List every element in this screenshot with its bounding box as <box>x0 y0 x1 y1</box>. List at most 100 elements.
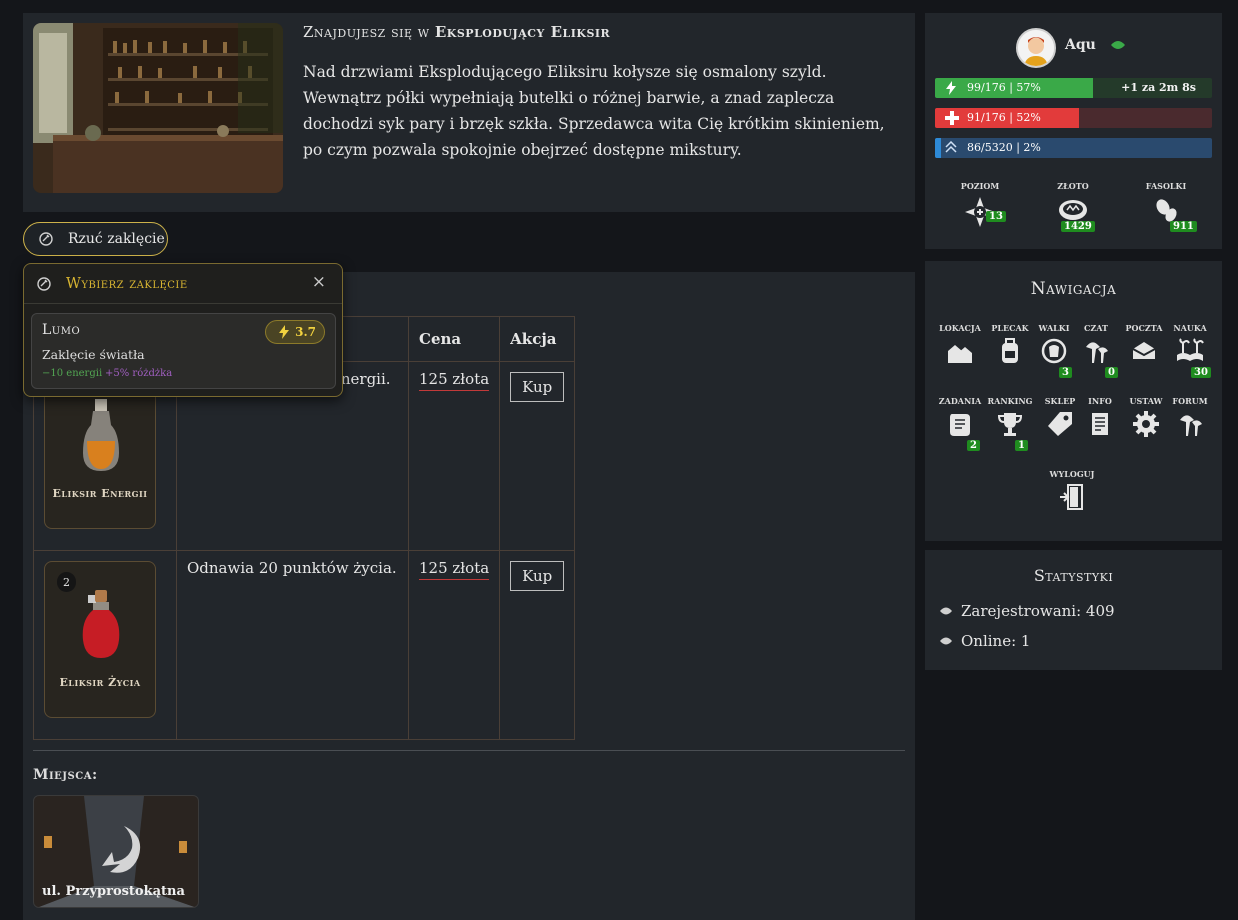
location-image <box>33 23 283 193</box>
item-name: Eliksir Życia <box>59 676 141 689</box>
energy-regen: +1 za 2m 8s <box>1121 81 1196 94</box>
buy-button[interactable]: Kup <box>510 372 565 402</box>
item-price: 125 złota <box>407 550 501 740</box>
wand-circle-icon <box>39 232 53 246</box>
nav-item-walki[interactable]: WALKI 3 <box>1031 323 1077 378</box>
book-icon <box>1177 338 1204 361</box>
place-name: ul. Przyprostokątna <box>42 884 185 899</box>
nav-item-ranking[interactable]: RANKING 1 <box>987 396 1033 451</box>
nav-item-lokacja[interactable]: LOKACJA <box>937 323 983 365</box>
statistics-title: Statystyki <box>1033 566 1114 585</box>
stat-gold[interactable]: ZŁOTO 1429 <box>1043 181 1103 232</box>
location-title-name: Eksplodujący Eliksir <box>434 23 611 41</box>
mail-icon <box>1132 342 1156 359</box>
nav-badge: 3 <box>1059 367 1072 378</box>
spell-popup-header: Wybierz zaklęcie <box>24 264 342 304</box>
spell-cost-badge: 3.7 <box>265 320 325 344</box>
nav-item-poczta[interactable]: POCZTA <box>1121 323 1167 365</box>
document-icon <box>1092 413 1108 435</box>
stat-label: FASOLKI <box>1145 181 1187 191</box>
nav-item-info[interactable]: INFO <box>1077 396 1123 438</box>
logout-icon <box>1060 484 1083 510</box>
health-bar: 91/176 | 52% <box>935 108 1212 128</box>
stat-online: Online: 1 <box>939 632 1030 650</box>
avatar[interactable] <box>1016 28 1056 68</box>
chevron-up-icon <box>945 141 957 153</box>
leaf-icon <box>940 637 952 645</box>
online-count: Online: 1 <box>961 632 1031 650</box>
nav-item-plecak[interactable]: PLECAK <box>987 323 1033 365</box>
nav-label: INFO <box>1088 396 1112 406</box>
place-card[interactable]: ul. Przyprostokątna <box>33 795 199 908</box>
stat-registered: Zarejestrowani: 409 <box>939 602 1115 620</box>
forum-icon <box>1180 415 1202 436</box>
lightning-icon <box>946 81 956 95</box>
tag-icon <box>1048 412 1072 436</box>
health-text: 91/176 | 52% <box>967 111 1041 124</box>
item-card-life[interactable]: 2 Eliksir Życia <box>44 561 156 718</box>
nav-badge: 1 <box>1015 440 1028 451</box>
navigation-title: Nawigacja <box>1030 279 1117 299</box>
stat-value: 1429 <box>1061 221 1095 232</box>
nav-badge: 30 <box>1191 367 1211 378</box>
nav-item-zadania[interactable]: ZADANIA 2 <box>937 396 983 451</box>
username[interactable]: Aqu <box>1065 37 1096 53</box>
item-count-badge: 2 <box>57 572 96 603</box>
item-action: Kup <box>499 361 576 551</box>
profile-panel: Aqu 99/176 | 57% +1 za 2m 8s 91/176 | 52… <box>925 13 1222 249</box>
stat-beans[interactable]: FASOLKI 911 <box>1136 181 1197 232</box>
registered-count: Zarejestrowani: 409 <box>961 602 1115 620</box>
energy-text: 99/176 | 57% <box>967 81 1041 94</box>
stat-level[interactable]: POZIOM 13 <box>950 181 1010 229</box>
nav-badge: 2 <box>967 440 980 451</box>
nav-badge: 0 <box>1105 367 1118 378</box>
houses-icon <box>948 345 972 363</box>
xp-bar: 86/5320 | 2% <box>935 138 1212 158</box>
cast-spell-button[interactable]: Rzuć zaklęcie <box>23 222 168 256</box>
nav-label: FORUM <box>1172 396 1208 406</box>
stat-value: 13 <box>986 211 1006 222</box>
nav-item-czat[interactable]: CZAT 0 <box>1073 323 1119 378</box>
nav-item-nauka[interactable]: NAUKA 30 <box>1167 323 1213 378</box>
nav-label: CZAT <box>1084 323 1108 333</box>
spell-energy-effect: −10 energii <box>42 368 103 379</box>
stat-value: 911 <box>1170 221 1197 232</box>
nav-item-forum[interactable]: FORUM <box>1167 396 1213 438</box>
buy-button[interactable]: Kup <box>510 561 565 591</box>
leaf-icon <box>1111 41 1125 49</box>
spell-option-lumo[interactable]: Lumo 3.7 Zaklęcie światła −10 energii +5… <box>31 313 336 389</box>
location-description: Nad drzwiami Eksplodującego Eliksiru koł… <box>303 63 885 159</box>
location-panel: Znajdujesz się w Eksplodujący Eliksir Na… <box>23 13 915 212</box>
location-title-prefix: Znajdujesz się w <box>303 23 430 41</box>
spell-popup: Wybierz zaklęcie × Lumo 3.7 Zaklęcie świ… <box>23 263 343 397</box>
fist-icon <box>1041 338 1067 364</box>
wand-circle-icon <box>37 276 51 291</box>
red-potion-icon <box>82 590 120 658</box>
spell-cost: 3.7 <box>295 325 316 339</box>
nav-item-ustaw[interactable]: USTAW <box>1123 396 1169 438</box>
statistics-panel: Statystyki Zarejestrowani: 409 Online: 1 <box>925 550 1222 670</box>
item-description: Odnawia 20 punktów życia. <box>176 550 409 740</box>
spell-wand-effect: +5% różdżka <box>105 368 173 379</box>
location-title: Znajdujesz się w Eksplodujący Eliksir <box>303 23 610 41</box>
spell-description: Zaklęcie światła <box>42 347 145 362</box>
orange-potion-icon <box>83 399 119 471</box>
nav-label: LOKACJA <box>939 323 981 333</box>
item-price: 125 złota <box>407 361 501 551</box>
stat-label: POZIOM <box>960 181 1000 191</box>
health-cross-icon <box>945 111 959 125</box>
header-action: Akcja <box>499 316 576 362</box>
close-icon[interactable]: × <box>312 272 326 292</box>
energy-bar: 99/176 | 57% +1 za 2m 8s <box>935 78 1212 98</box>
price-text: 125 złota <box>419 559 490 580</box>
nav-label: RANKING <box>987 396 1033 406</box>
lightning-icon <box>279 325 289 339</box>
nav-label: WYLOGUJ <box>1049 469 1095 479</box>
nav-item-wyloguj[interactable]: WYLOGUJ <box>1049 469 1095 511</box>
nav-label: POCZTA <box>1125 323 1163 333</box>
stat-label: ZŁOTO <box>1057 181 1089 191</box>
xp-text: 86/5320 | 2% <box>967 141 1041 154</box>
nav-label: USTAW <box>1129 396 1163 406</box>
spell-name: Lumo <box>42 322 81 338</box>
backpack-icon <box>1002 338 1018 363</box>
